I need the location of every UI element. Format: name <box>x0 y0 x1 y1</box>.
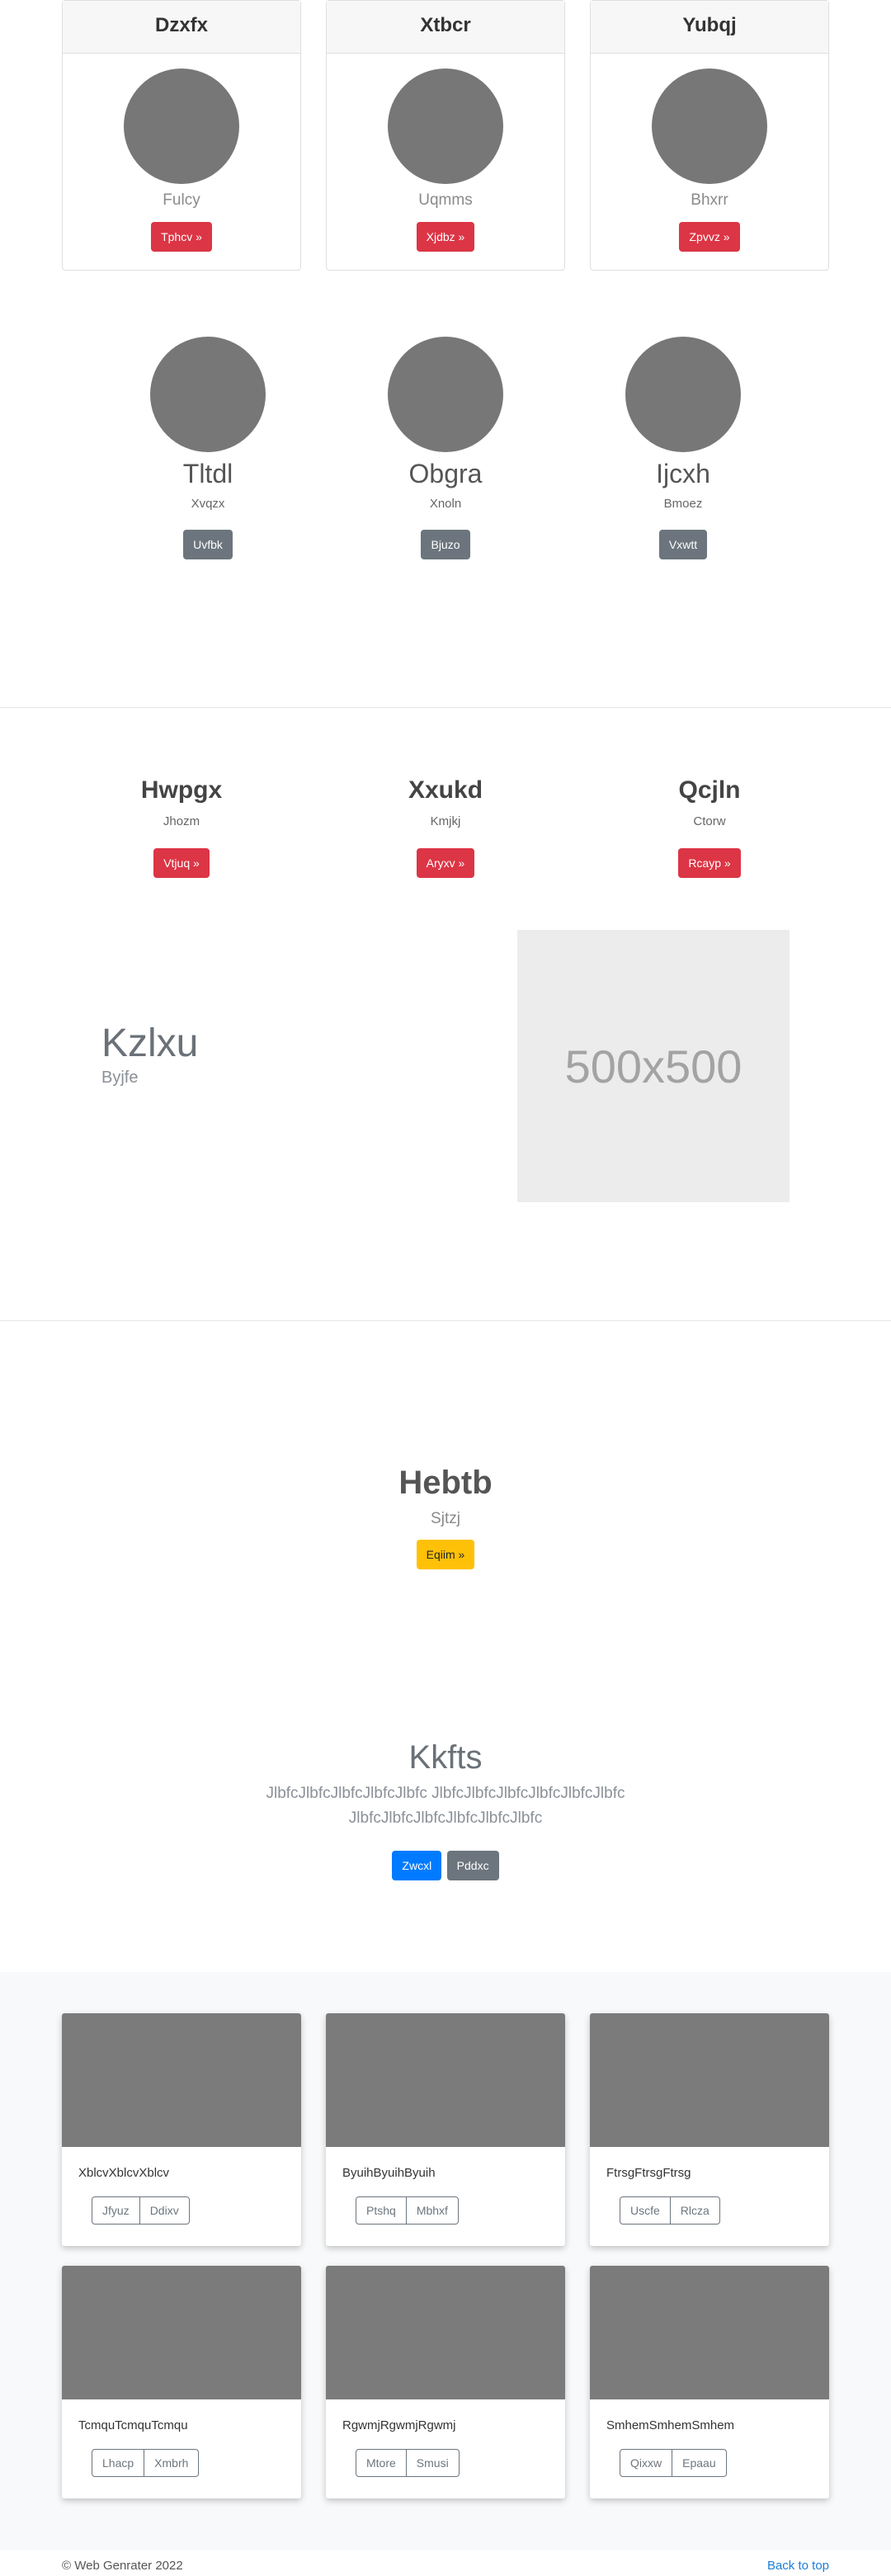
card-thumbnail <box>62 2013 301 2147</box>
card-thumbnail <box>590 2266 829 2399</box>
divider <box>0 707 891 708</box>
card-text: SmhemSmhemSmhem <box>606 2418 735 2432</box>
view-button[interactable]: Lhacp <box>92 2449 145 2477</box>
jumbotron-lead-line-2: JlbfcJlbfcJlbfcJlbfcJlbfcJlbfc <box>348 1809 543 1827</box>
card-title: Xtbcr <box>327 1 564 54</box>
feature-2: Xxukd Kmjkj Aryxv » <box>322 774 569 878</box>
featurette-subtitle: Byjfe <box>101 1069 139 1087</box>
edit-button[interactable]: Smusi <box>405 2449 460 2477</box>
avatar <box>124 68 239 184</box>
feature-button[interactable]: Vtjuq » <box>153 848 210 878</box>
member-role: Xnoln <box>429 497 462 511</box>
avatar <box>150 337 266 452</box>
view-button[interactable]: Uscfe <box>620 2196 671 2225</box>
card-button[interactable]: Xjdbz » <box>416 222 475 252</box>
footer-copyright: © Web Genrater 2022 <box>62 2559 183 2573</box>
featurette-text: Kzlxu Byjfe <box>101 1021 198 1088</box>
jumbotron-lead-line-1: JlbfcJlbfcJlbfcJlbfcJlbfc JlbfcJlbfcJlbf… <box>266 1785 625 1802</box>
feature-role: Kmjkj <box>430 814 461 828</box>
card-subtitle: Fulcy <box>163 191 200 209</box>
divider <box>0 1320 891 1321</box>
album-card: XblcvXblcvXblcv Jfyuz Ddixv <box>62 2013 301 2246</box>
cta-section: Hebtb Sjtzj Eqiim » <box>0 1465 891 1569</box>
album-card: TcmquTcmquTcmqu Lhacp Xmbrh <box>62 2266 301 2498</box>
member-name: Ijcxh <box>656 459 710 488</box>
primary-button[interactable]: Zwcxl <box>392 1851 442 1880</box>
back-to-top-link[interactable]: Back to top <box>767 2559 829 2573</box>
card-text: XblcvXblcvXblcv <box>78 2166 170 2180</box>
avatar <box>388 337 503 452</box>
jumbotron: Kkfts JlbfcJlbfcJlbfcJlbfcJlbfc JlbfcJlb… <box>0 1739 891 1880</box>
avatar <box>625 337 741 452</box>
feature-name: Qcjln <box>678 776 741 804</box>
member-button[interactable]: Vxwtt <box>658 530 708 559</box>
card-thumbnail <box>590 2013 829 2147</box>
card-thumbnail <box>326 2013 565 2147</box>
edit-button[interactable]: Ddixv <box>139 2196 190 2225</box>
cta-button[interactable]: Eqiim » <box>416 1540 475 1569</box>
member-name: Tltdl <box>182 459 233 488</box>
album-card: SmhemSmhemSmhem Qixxw Epaau <box>590 2266 829 2498</box>
album-section: XblcvXblcvXblcv Jfyuz Ddixv ByuihByuihByu… <box>0 1972 891 2550</box>
member-button[interactable]: Bjuzo <box>421 530 470 559</box>
edit-button[interactable]: Rlcza <box>669 2196 720 2225</box>
feature-role: Jhozm <box>163 814 200 828</box>
feature-button[interactable]: Aryxv » <box>416 848 475 878</box>
view-button[interactable]: Jfyuz <box>92 2196 140 2225</box>
featurette-title: Kzlxu <box>101 1021 199 1065</box>
edit-button[interactable]: Xmbrh <box>144 2449 200 2477</box>
card-text: RgwmjRgwmjRgwmj <box>342 2418 456 2432</box>
team-member-3: Ijcxh Bmoez Vxwtt <box>584 337 782 559</box>
feature-role: Ctorw <box>693 814 726 828</box>
member-name: Obgra <box>408 459 483 488</box>
edit-button[interactable]: Mbhxf <box>405 2196 459 2225</box>
album-card: RgwmjRgwmjRgwmj Mtore Smusi <box>326 2266 565 2498</box>
view-button[interactable]: Qixxw <box>620 2449 673 2477</box>
card-button[interactable]: Tphcv » <box>151 222 212 252</box>
feature-name: Hwpgx <box>140 776 223 804</box>
card-title: Yubqj <box>591 1 828 54</box>
member-button[interactable]: Uvfbk <box>183 530 233 559</box>
team-member-1: Tltdl Xvqzx Uvfbk <box>109 337 307 559</box>
view-button[interactable]: Mtore <box>356 2449 407 2477</box>
placeholder-label: 500x500 <box>564 1040 742 1092</box>
card-text: TcmquTcmquTcmqu <box>78 2418 188 2432</box>
team-member-2: Obgra Xnoln Bjuzo <box>346 337 544 559</box>
feature-1: Hwpgx Jhozm Vtjuq » <box>58 774 305 878</box>
card-1: Dzxfx Fulcy Tphcv » <box>62 0 301 271</box>
card-text: ByuihByuihByuih <box>342 2166 436 2180</box>
album-card: ByuihByuihByuih Ptshq Mbhxf <box>326 2013 565 2246</box>
card-text: FtrsgFtrsgFtrsg <box>606 2166 691 2180</box>
cta-title: Hebtb <box>398 1465 493 1501</box>
member-role: Bmoez <box>663 497 703 511</box>
card-title: Dzxfx <box>63 1 300 54</box>
card-subtitle: Bhxrr <box>691 191 728 209</box>
placeholder-image: 500x500 <box>517 930 790 1202</box>
jumbotron-title: Kkfts <box>408 1739 483 1776</box>
album-card: FtrsgFtrsgFtrsg Uscfe Rlcza <box>590 2013 829 2246</box>
feature-button[interactable]: Rcayp » <box>678 848 741 878</box>
card-3: Yubqj Bhxrr Zpvvz » <box>590 0 829 271</box>
card-subtitle: Uqmms <box>418 191 473 209</box>
member-role: Xvqzx <box>191 497 225 511</box>
feature-3: Qcjln Ctorw Rcayp » <box>586 774 833 878</box>
feature-name: Xxukd <box>408 776 483 804</box>
avatar <box>652 68 767 184</box>
view-button[interactable]: Ptshq <box>356 2196 407 2225</box>
avatar <box>388 68 503 184</box>
cta-subtitle: Sjtzj <box>431 1510 460 1527</box>
card-button[interactable]: Zpvvz » <box>679 222 740 252</box>
edit-button[interactable]: Epaau <box>672 2449 727 2477</box>
card-2: Xtbcr Uqmms Xjdbz » <box>326 0 565 271</box>
secondary-button[interactable]: Pddxc <box>446 1851 499 1880</box>
card-thumbnail <box>62 2266 301 2399</box>
card-thumbnail <box>326 2266 565 2399</box>
